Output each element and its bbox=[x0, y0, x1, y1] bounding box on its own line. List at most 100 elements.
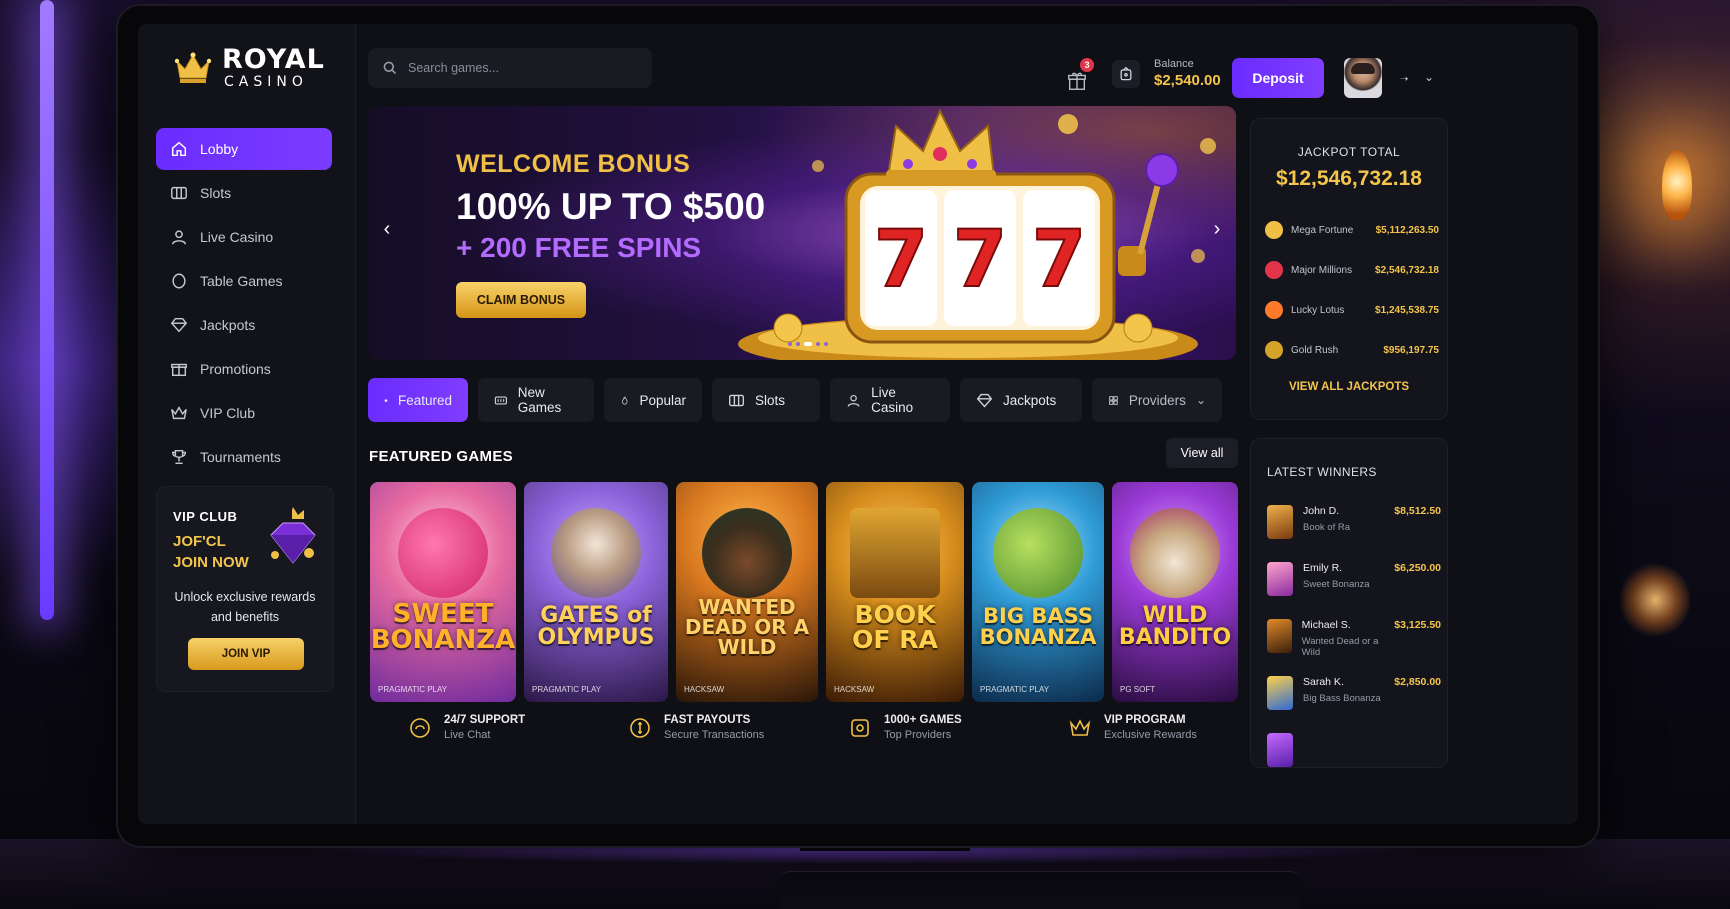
gift-button[interactable]: 3 bbox=[1060, 58, 1094, 98]
tab-popular[interactable]: Popular bbox=[604, 378, 702, 422]
diamond-icon bbox=[170, 317, 188, 333]
game-provider: PRAGMATIC PLAY bbox=[532, 685, 602, 694]
game-thumbnail bbox=[1267, 505, 1293, 539]
game-provider: PRAGMATIC PLAY bbox=[980, 685, 1050, 694]
game-card-sweet-bonanza[interactable]: SWEET BONANZA PRAGMATIC PLAY bbox=[370, 482, 516, 702]
feature-title: 24/7 SUPPORT bbox=[444, 714, 526, 726]
feature-payouts: FAST PAYOUTS Secure Transactions bbox=[628, 714, 848, 741]
tab-live-casino[interactable]: Live Casino bbox=[830, 378, 950, 422]
game-provider: HACKSAW bbox=[684, 685, 725, 694]
sidebar-item-lobby[interactable]: Lobby bbox=[156, 128, 332, 170]
sidebar-item-promotions[interactable]: Promotions bbox=[156, 348, 332, 390]
deposit-button[interactable]: Deposit bbox=[1232, 58, 1324, 98]
join-vip-button[interactable]: JOIN VIP bbox=[188, 638, 304, 670]
desk-lamp-bulb bbox=[1662, 150, 1692, 220]
jackpot-value: $5,112,263.50 bbox=[1375, 224, 1439, 236]
vip-card-title: VIP CLUB bbox=[173, 509, 238, 524]
winner-name: Sarah K. bbox=[1303, 676, 1344, 688]
slide-indicators bbox=[788, 342, 828, 346]
star-icon bbox=[384, 398, 388, 402]
avatar[interactable] bbox=[1344, 58, 1382, 98]
sidebar-item-jackpots[interactable]: Jackpots bbox=[156, 304, 332, 346]
tab-slots[interactable]: Slots bbox=[712, 378, 820, 422]
game-card-book-of-ra[interactable]: BOOK OF RA HACKSAW bbox=[826, 482, 964, 702]
chevron-down-icon[interactable]: ⌄ bbox=[1424, 70, 1434, 84]
jackpot-row[interactable]: Lucky Lotus $1,245,538.75 bbox=[1265, 301, 1439, 319]
view-all-jackpots-link[interactable]: VIEW ALL JACKPOTS bbox=[1251, 381, 1447, 393]
sidebar-item-live-casino[interactable]: Live Casino bbox=[156, 216, 332, 258]
hero-title: 100% UP TO $500 bbox=[456, 186, 766, 227]
jackpot-name: Gold Rush bbox=[1291, 344, 1339, 356]
feature-subtitle: Secure Transactions bbox=[664, 729, 765, 741]
jackpot-row[interactable]: Gold Rush $956,197.75 bbox=[1265, 341, 1439, 359]
winner-row[interactable]: Michael S. Wanted Dead or a Wild $3,125.5… bbox=[1267, 619, 1441, 658]
book-art bbox=[850, 508, 940, 598]
vip-card-subtitle: JOF'CL JOIN NOW bbox=[173, 531, 249, 573]
tab-new-games[interactable]: New Games bbox=[478, 378, 594, 422]
flame-icon bbox=[621, 396, 628, 405]
sidebar-item-label: Lobby bbox=[200, 141, 239, 157]
tab-label: Slots bbox=[755, 392, 786, 408]
sidebar-item-table-games[interactable]: Table Games bbox=[156, 260, 332, 302]
user-icon bbox=[171, 230, 187, 245]
feature-subtitle: Live Chat bbox=[444, 729, 491, 741]
slide-dot[interactable] bbox=[816, 342, 820, 346]
sidebar-item-tournaments[interactable]: Tournaments bbox=[156, 436, 332, 478]
new-icon bbox=[494, 396, 507, 404]
winner-row[interactable]: John D. Book of Ra $8,512.50 bbox=[1267, 505, 1441, 539]
feature-games: 1000+ GAMES Top Providers bbox=[848, 714, 1068, 741]
winner-row-partial[interactable] bbox=[1267, 733, 1441, 767]
winner-game: Sweet Bonanza bbox=[1303, 579, 1370, 590]
slide-dot[interactable] bbox=[788, 342, 792, 346]
sidebar-item-label: Promotions bbox=[200, 361, 271, 377]
jackpot-value: $1,245,538.75 bbox=[1375, 304, 1439, 316]
winner-row[interactable]: Emily R. Sweet Bonanza $6,250.00 bbox=[1267, 562, 1441, 596]
tab-jackpots[interactable]: Jackpots bbox=[960, 378, 1082, 422]
next-slide-arrow[interactable]: › bbox=[1204, 216, 1230, 242]
search-bar[interactable] bbox=[368, 48, 652, 88]
winner-game: Big Bass Bonanza bbox=[1303, 693, 1381, 704]
claim-bonus-button[interactable]: CLAIM BONUS bbox=[456, 282, 586, 318]
avatar-hair bbox=[1351, 63, 1375, 74]
providers-dropdown[interactable]: Providers ⌄ bbox=[1092, 378, 1222, 422]
payout-icon bbox=[630, 717, 650, 738]
games-icon bbox=[851, 718, 869, 737]
sidebar-item-vip-club[interactable]: VIP Club bbox=[156, 392, 332, 434]
jackpot-row[interactable]: Mega Fortune $5,112,263.50 bbox=[1265, 221, 1439, 239]
balance-label: Balance bbox=[1154, 58, 1194, 70]
monitor: ROYAL CASINO Lobby Slots Live Casino Tab… bbox=[118, 6, 1598, 846]
arrow-right-icon[interactable]: ➝ bbox=[1400, 74, 1408, 85]
feature-title: 1000+ GAMES bbox=[884, 714, 962, 726]
game-thumbnail bbox=[1267, 733, 1293, 767]
game-title: WILD BANDITO bbox=[1118, 603, 1232, 650]
lotus-icon bbox=[1265, 301, 1283, 319]
winner-name: Emily R. bbox=[1303, 562, 1343, 574]
logo[interactable]: ROYAL CASINO bbox=[174, 46, 325, 89]
search-input[interactable] bbox=[408, 61, 628, 75]
prev-slide-arrow[interactable]: ‹ bbox=[374, 216, 400, 242]
jackpot-value: $956,197.75 bbox=[1383, 344, 1439, 356]
tab-featured[interactable]: Featured bbox=[368, 378, 468, 422]
sidebar-item-label: VIP Club bbox=[200, 405, 255, 421]
view-all-button[interactable]: View all bbox=[1166, 438, 1238, 468]
slide-dot[interactable] bbox=[824, 342, 828, 346]
purple-light-strip bbox=[40, 0, 54, 620]
slide-dot[interactable] bbox=[796, 342, 800, 346]
sidebar-item-slots[interactable]: Slots bbox=[156, 172, 332, 214]
diamond-icon bbox=[976, 393, 993, 407]
slide-dot-active[interactable] bbox=[804, 342, 812, 346]
fish-art bbox=[993, 508, 1083, 598]
jackpot-row[interactable]: Major Millions $2,546,732.18 bbox=[1265, 261, 1439, 279]
candy-art bbox=[398, 508, 488, 598]
hero-banner[interactable]: 7 7 7 ‹ › WELCOME BONUS 100% UP TO $500 … bbox=[368, 106, 1236, 360]
jackpot-name: Major Millions bbox=[1291, 264, 1353, 276]
winner-row[interactable]: Sarah K. Big Bass Bonanza $2,850.00 bbox=[1267, 676, 1441, 710]
user-icon bbox=[847, 394, 860, 407]
game-card-wanted-dead-or-a-wild[interactable]: WANTED DEAD OR A WILD HACKSAW bbox=[676, 482, 818, 702]
balance-display[interactable]: Balance $2,540.00 bbox=[1112, 58, 1221, 89]
tab-label: Featured bbox=[397, 392, 452, 408]
game-title: BOOK OF RA bbox=[852, 600, 938, 654]
game-card-wild-bandito[interactable]: WILD BANDITO PG SOFT bbox=[1112, 482, 1238, 702]
game-card-big-bass-bonanza[interactable]: BIG BASS BONANZA PRAGMATIC PLAY bbox=[972, 482, 1104, 702]
game-card-gates-of-olympus[interactable]: GATES of OLYMPUS PRAGMATIC PLAY bbox=[524, 482, 668, 702]
